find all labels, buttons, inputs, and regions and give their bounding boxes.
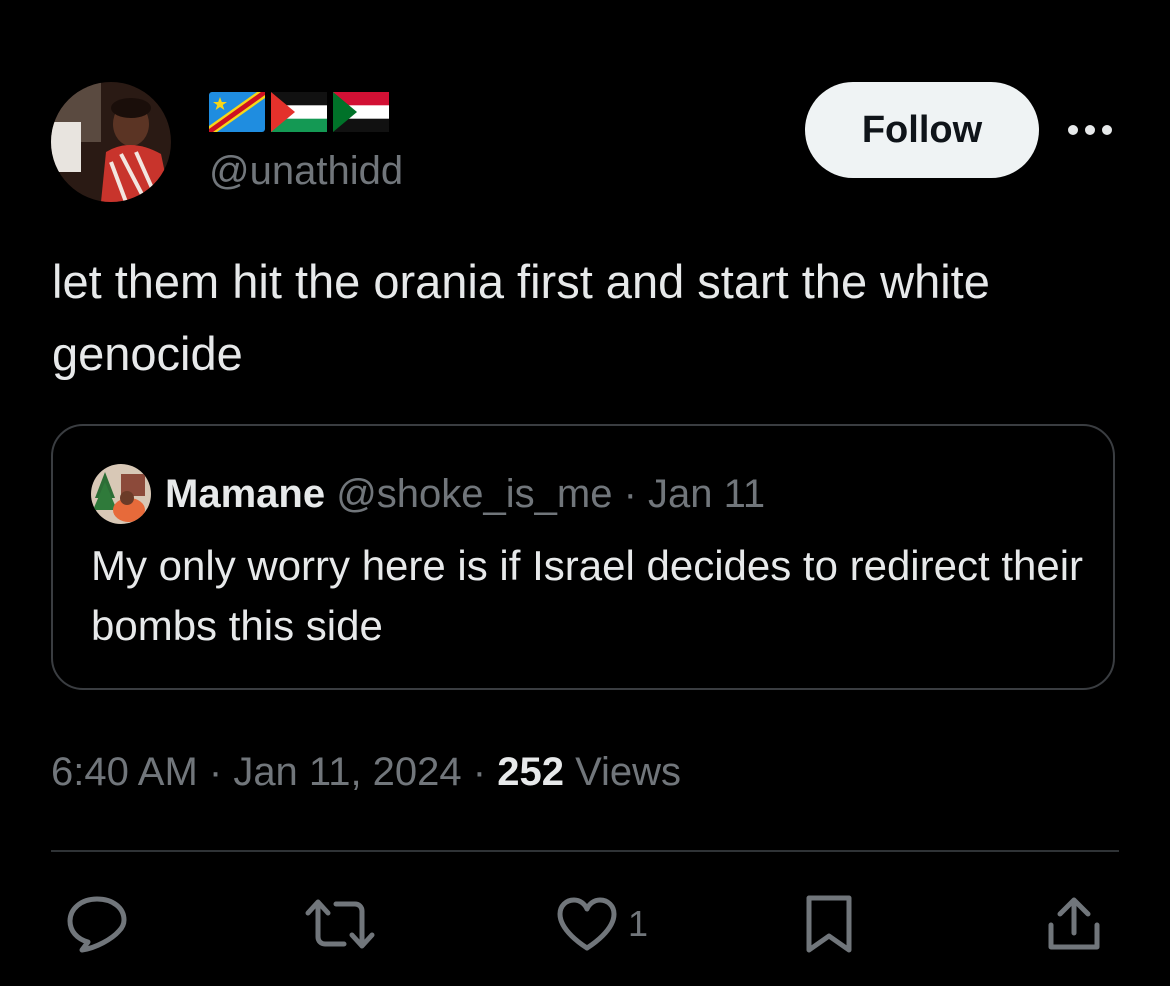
reply-button[interactable] <box>66 892 128 956</box>
meta-separator: · <box>197 750 234 794</box>
divider <box>51 850 1119 852</box>
quoted-author-avatar[interactable] <box>91 464 151 524</box>
quoted-date[interactable]: Jan 11 <box>648 472 765 516</box>
like-icon <box>557 897 617 951</box>
retweet-icon <box>305 899 375 949</box>
tweet-time[interactable]: 6:40 AM <box>51 750 198 794</box>
views-label: Views <box>563 750 682 794</box>
quoted-separator: · <box>612 472 649 516</box>
more-icon <box>1068 125 1112 135</box>
display-name-flags <box>209 92 389 132</box>
tweet-date[interactable]: Jan 11, 2024 <box>233 750 461 794</box>
share-icon <box>1048 897 1100 950</box>
quoted-tweet-text: My only worry here is if Israel decides … <box>91 542 1084 649</box>
bookmark-icon <box>806 895 852 953</box>
like-button[interactable]: 1 <box>556 892 648 956</box>
dr-congo-flag <box>209 92 265 132</box>
follow-button[interactable]: Follow <box>805 82 1039 178</box>
tweet-text: let them hit the orania first and start … <box>52 255 990 380</box>
reply-icon <box>67 896 127 953</box>
sudan-flag <box>333 92 389 132</box>
like-count: 1 <box>628 903 649 944</box>
retweet-button[interactable] <box>304 892 376 956</box>
quoted-tweet-header: Mamane @shoke_is_me · Jan 11 <box>165 468 765 520</box>
meta-separator: · <box>461 750 498 794</box>
more-options-button[interactable] <box>1064 112 1116 148</box>
quoted-author-name[interactable]: Mamane <box>165 472 325 516</box>
views-count[interactable]: 252 <box>497 750 564 794</box>
bookmark-button[interactable] <box>804 892 854 956</box>
quoted-tweet[interactable]: Mamane @shoke_is_me · Jan 11 My only wor… <box>51 424 1115 690</box>
author-avatar[interactable] <box>51 82 171 202</box>
share-button[interactable] <box>1046 892 1102 956</box>
author-handle[interactable]: @unathidd <box>209 146 403 196</box>
tweet-meta: 6:40 AM · Jan 11, 2024 · 252 Views <box>51 744 681 800</box>
quoted-author-handle[interactable]: @shoke_is_me <box>336 472 612 516</box>
palestine-flag <box>271 92 327 132</box>
